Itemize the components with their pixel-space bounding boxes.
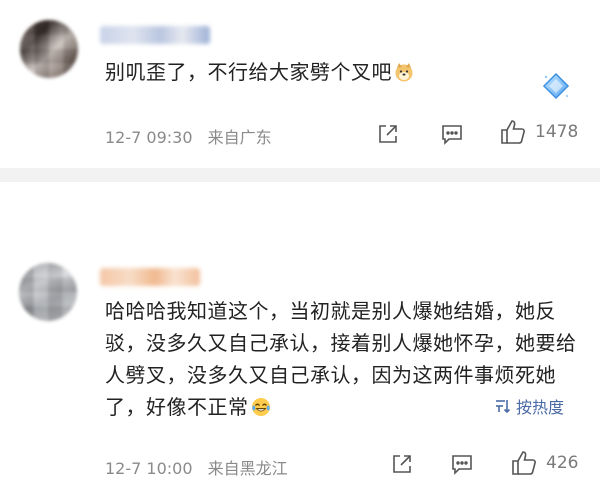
comment-meta: 12-7 09:30 来自广东	[105, 124, 272, 148]
comment-date: 12-7 09:30	[105, 128, 193, 147]
comment-card: 别叽歪了，不行给大家劈个叉吧 12-7 09:30 来自广东 1478	[0, 0, 600, 168]
avatar[interactable]	[19, 263, 77, 321]
comment-button[interactable]	[440, 122, 464, 146]
comment-icon	[452, 455, 472, 475]
avatar[interactable]	[20, 20, 78, 78]
like-button[interactable]: 426	[510, 449, 578, 477]
thumbs-up-icon	[512, 451, 536, 475]
share-button[interactable]	[376, 122, 400, 146]
laugh-cry-emoji	[251, 398, 270, 416]
comment-icon	[442, 125, 462, 145]
comment-location: 来自广东	[207, 128, 272, 147]
share-button[interactable]	[390, 452, 414, 476]
like-button[interactable]: 1478	[499, 118, 578, 146]
doge-emoji	[395, 63, 413, 82]
username-blurred[interactable]	[100, 26, 210, 44]
separator	[0, 168, 600, 182]
like-count: 426	[546, 453, 579, 473]
like-count: 1478	[535, 122, 579, 142]
diamond-badge-icon	[542, 72, 570, 100]
share-icon	[379, 125, 397, 143]
thumbs-up-icon	[501, 120, 525, 144]
comment-text: 别叽歪了，不行给大家劈个叉吧	[105, 56, 414, 88]
comment-button[interactable]	[450, 452, 474, 476]
username-blurred[interactable]	[100, 268, 200, 286]
comment-meta: 12-7 10:00 来自黑龙江	[105, 455, 288, 479]
comment-location: 来自黑龙江	[207, 459, 288, 478]
share-icon	[393, 455, 411, 473]
comment-text: 哈哈哈我知道这个，当初就是别人爆她结婚，她反驳，没多久又自己承认，接着别人爆她怀…	[105, 299, 577, 419]
comment-date: 12-7 10:00	[105, 459, 193, 478]
